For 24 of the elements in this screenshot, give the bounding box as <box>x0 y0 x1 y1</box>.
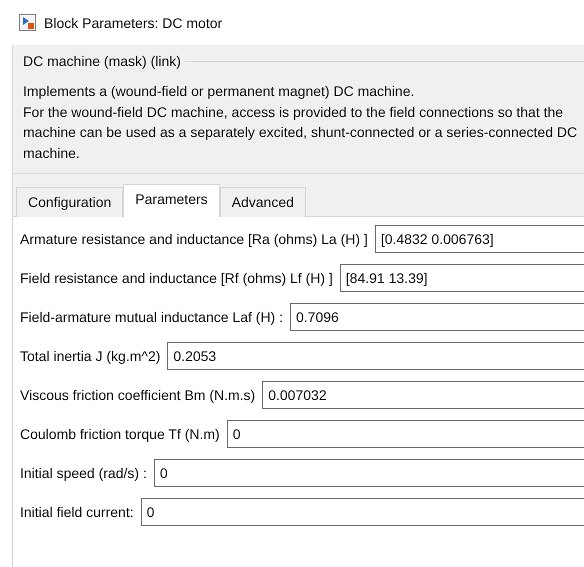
input-field[interactable]: 0.2053 <box>167 342 584 370</box>
input-field[interactable]: [0.4832 0.006763] <box>374 225 584 253</box>
tab[interactable]: Configuration <box>16 187 124 217</box>
group-title: DC machine (mask) (link) <box>23 53 181 69</box>
input-field[interactable]: 0 <box>226 420 584 448</box>
parameter-label: Field resistance and inductance [Rf (ohms) Lf (H) ] <box>20 270 333 286</box>
parameter-label: Viscous friction coefficient Bm (N.m.s) <box>20 387 256 403</box>
parameter-label: Initial speed (rad/s) : <box>20 465 147 481</box>
input-field[interactable]: [84.91 13.39] <box>340 264 584 292</box>
block-icon <box>19 14 36 31</box>
parameter-label: Armature resistance and inductance [Ra (ohms) La (H) ] <box>20 231 368 247</box>
input-field[interactable]: 0 <box>140 498 584 526</box>
tab[interactable]: Parameters <box>123 184 220 217</box>
input-field[interactable]: 0.007032 <box>262 381 584 409</box>
parameter-label: Initial field current: <box>20 504 134 520</box>
parameter-label: Coulomb friction torque Tf (N.m) <box>20 426 220 442</box>
description-text: Implements a (wound-field or permanent magnet) DC machine. <box>23 82 416 101</box>
parameter-label: Total inertia J (kg.m^2) <box>20 348 160 364</box>
tab[interactable]: Advanced <box>220 187 306 217</box>
input-field[interactable]: 0 <box>154 459 584 487</box>
description-text: For the wound-field DC machine, access is provided to the field connections so that the machine can be used as a separately excited, shunt-connected or a series-connected DC machine. <box>23 102 578 162</box>
parameter-label: Field-armature mutual inductance Laf (H) : <box>20 309 283 325</box>
window-title: Block Parameters: DC motor <box>44 14 222 30</box>
input-field[interactable]: 0.7096 <box>290 303 584 331</box>
